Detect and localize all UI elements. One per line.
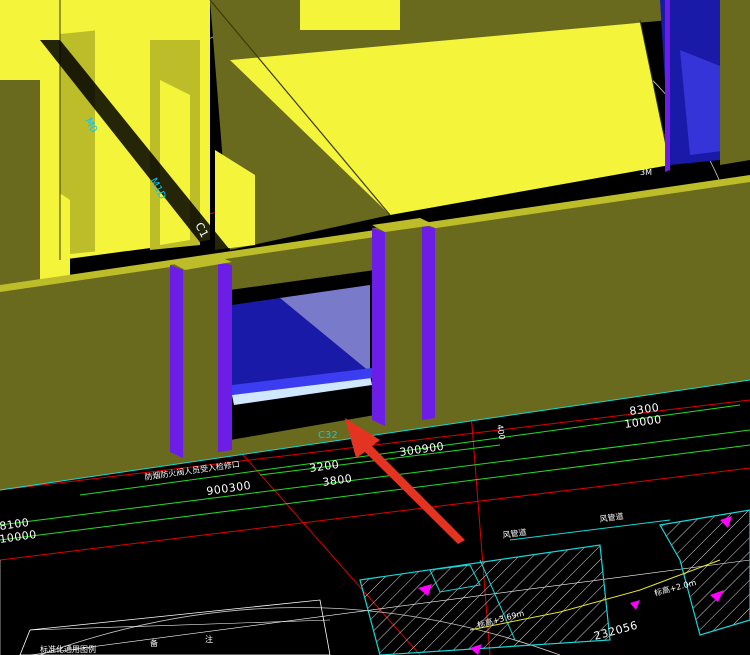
tag-3m: 3M (640, 168, 652, 177)
cad-3d-viewport[interactable]: 标准化通用图例 备 注 M0 M1D C1 3M C32 8300 10000 … (0, 0, 750, 655)
window-opening[interactable]: C32 (230, 270, 375, 441)
table-col1: 备 (150, 638, 158, 648)
column-left[interactable] (170, 255, 232, 458)
table-title: 标准化通用图例 (40, 644, 96, 654)
column-right[interactable] (372, 218, 435, 426)
table-col2: 注 (205, 634, 213, 644)
window-tag: C32 (318, 430, 338, 441)
